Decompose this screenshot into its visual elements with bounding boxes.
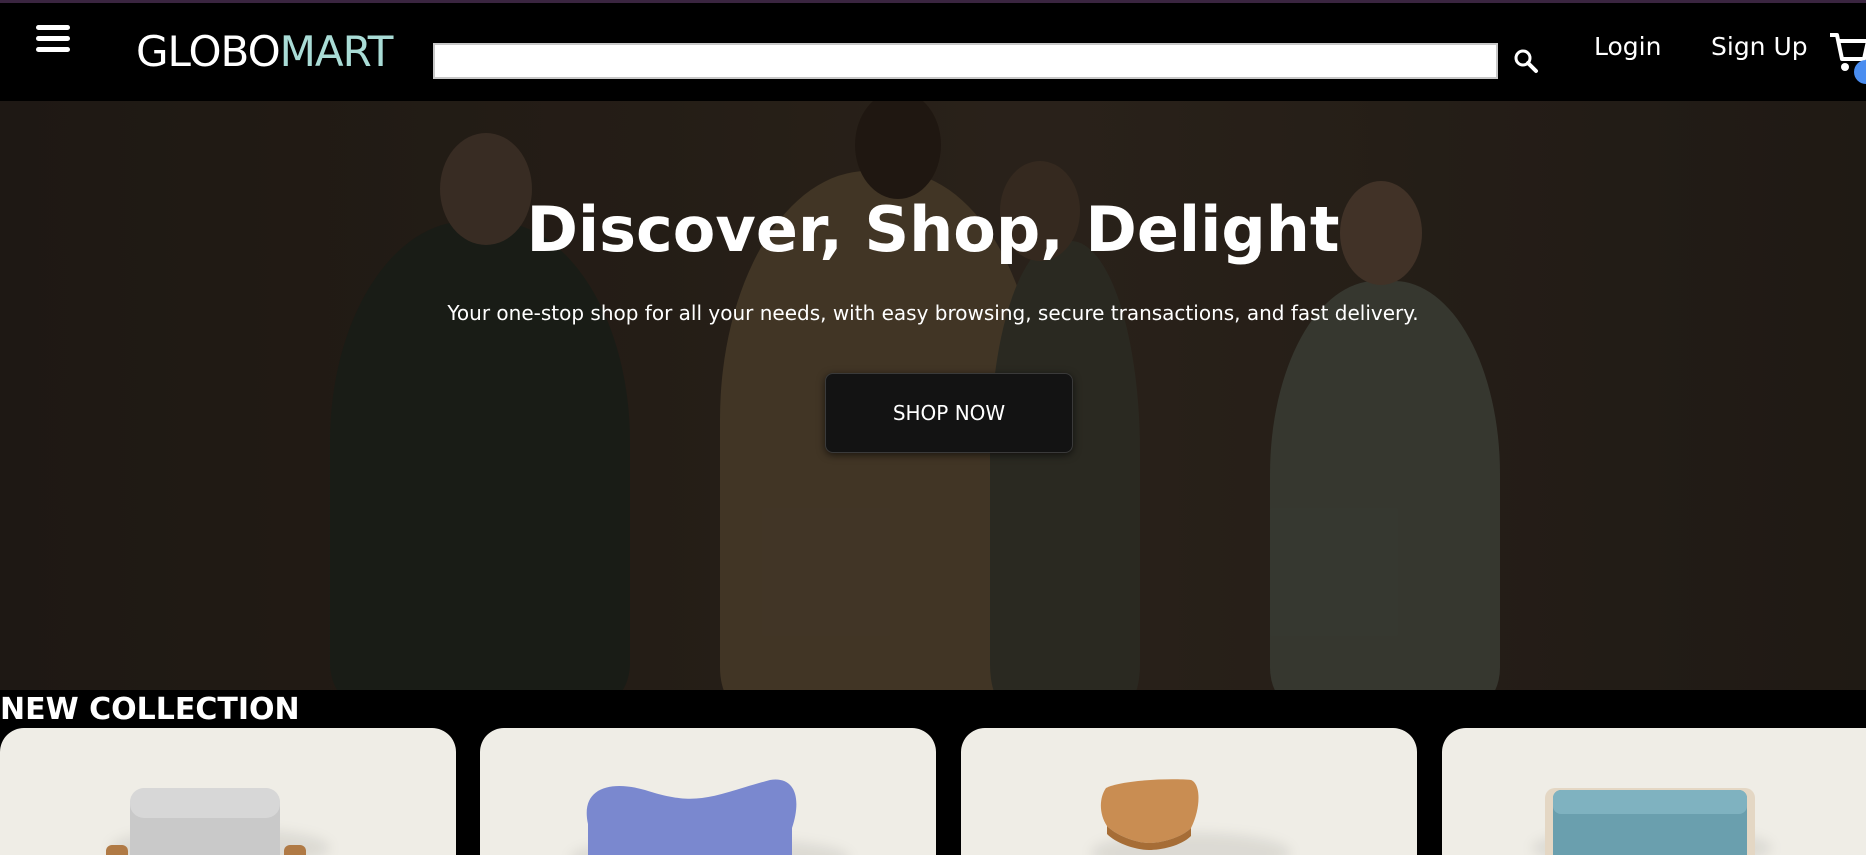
menu-icon[interactable] xyxy=(36,25,70,55)
product-image-grey-armchair xyxy=(106,788,306,855)
hero-banner: Discover, Shop, Delight Your one-stop sh… xyxy=(0,101,1866,690)
product-image-teal-cushion xyxy=(1545,788,1755,855)
product-card[interactable] xyxy=(480,728,936,855)
logo-text-accent: MART xyxy=(279,27,394,76)
product-image-blue-lounge-chair xyxy=(586,779,797,855)
login-link[interactable]: Login xyxy=(1594,32,1661,61)
logo-text-primary: GLOBO xyxy=(136,27,281,76)
product-image-wooden-chair xyxy=(1100,779,1199,850)
product-card[interactable] xyxy=(0,728,456,855)
search-input[interactable] xyxy=(433,43,1498,79)
logo[interactable]: GLOBOMART xyxy=(136,31,393,73)
signup-link[interactable]: Sign Up xyxy=(1711,32,1808,61)
section-title: NEW COLLECTION xyxy=(0,692,300,727)
hero-subtitle: Your one-stop shop for all your needs, w… xyxy=(447,301,1419,325)
product-card[interactable] xyxy=(961,728,1417,855)
navbar: GLOBOMART Login Sign Up xyxy=(0,3,1866,101)
hero-title: Discover, Shop, Delight xyxy=(526,193,1340,266)
shop-now-button[interactable]: SHOP NOW xyxy=(825,373,1073,453)
product-card[interactable] xyxy=(1442,728,1866,855)
search-icon[interactable] xyxy=(1510,45,1542,77)
